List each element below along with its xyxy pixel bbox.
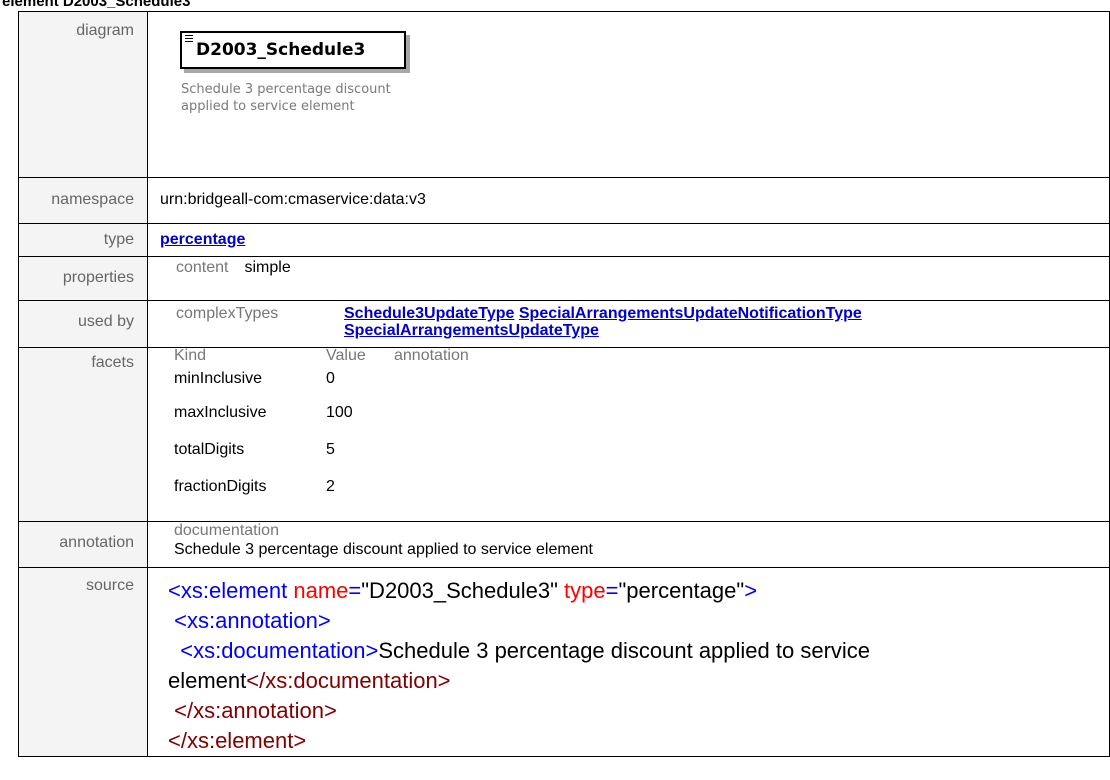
used-by-link-special-notification[interactable]: SpecialArrangementsUpdateNotificationTyp…	[519, 305, 862, 322]
element-diagram-box[interactable]: D2003_Schedule3	[180, 31, 406, 69]
facets-cell: Kind Value annotation minInclusive 0 max…	[147, 347, 1110, 522]
row-label-namespace: namespace	[51, 191, 134, 208]
properties-key: content	[176, 259, 229, 276]
src-annotation-close: </xs:annotation>	[174, 698, 337, 723]
annotation-cell: documentation Schedule 3 percentage disc…	[147, 521, 1110, 568]
facets-header-annotation: annotation	[394, 347, 469, 364]
used-by-cell: complexTypes Schedule3UpdateType Special…	[147, 300, 1110, 348]
label-cell: facets	[18, 347, 148, 522]
src-attr-name: name	[287, 578, 349, 603]
page-heading: element D2003_Schedule3	[2, 0, 191, 10]
row-annotation: annotation documentation Schedule 3 perc…	[18, 521, 1110, 568]
facet-kind: maxInclusive	[174, 403, 267, 421]
src-name-value: "D2003_Schedule3"	[361, 578, 558, 603]
element-lines-icon	[185, 35, 193, 44]
label-cell: used by	[18, 300, 148, 348]
type-cell: percentage	[147, 223, 1110, 257]
row-facets: facets Kind Value annotation minInclusiv…	[18, 347, 1110, 522]
source-cell: <xs:element name="D2003_Schedule3" type=…	[147, 567, 1110, 757]
facet-value: 5	[326, 440, 335, 458]
label-cell: annotation	[18, 521, 148, 568]
row-source: source <xs:element name="D2003_Schedule3…	[18, 567, 1110, 757]
src-attr-type: type	[557, 578, 606, 603]
facet-row: totalDigits 5	[174, 431, 1109, 468]
row-label-annotation: annotation	[59, 534, 134, 551]
facet-kind: fractionDigits	[174, 477, 267, 495]
facet-value: 0	[326, 370, 335, 387]
row-label-source: source	[85, 577, 134, 594]
row-namespace: namespace urn:bridgeall-com:cmaservice:d…	[18, 177, 1110, 224]
src-element-close: </xs:element>	[168, 728, 307, 753]
used-by-key: complexTypes	[176, 305, 279, 322]
label-cell: diagram	[18, 11, 148, 178]
row-type: type percentage	[18, 223, 1110, 257]
facets-header-value: Value	[326, 347, 366, 364]
src-eq-1: =	[348, 578, 362, 603]
src-documentation-open: <xs:documentation>	[180, 638, 379, 663]
src-annotation-open: <xs:annotation>	[174, 608, 331, 633]
diagram-description: Schedule 3 percentage discount applied t…	[181, 82, 391, 114]
facet-value: 2	[326, 477, 335, 495]
facets-header-kind: Kind	[174, 347, 207, 364]
annotation-text: Schedule 3 percentage discount applied t…	[174, 541, 593, 558]
element-doc-table: diagram D2003_Schedule3 Schedule 3 perce…	[18, 11, 1110, 757]
src-eq-2: =	[605, 578, 619, 603]
facet-kind: minInclusive	[174, 370, 263, 387]
used-by-links: Schedule3UpdateType SpecialArrangementsU…	[344, 305, 862, 339]
src-element-open: <xs:element	[168, 578, 288, 603]
diagram-cell: D2003_Schedule3 Schedule 3 percentage di…	[147, 11, 1110, 178]
label-cell: type	[18, 223, 148, 257]
src-documentation-close: </xs:documentation>	[246, 668, 451, 693]
facet-row: fractionDigits 2	[174, 468, 1109, 505]
row-used-by: used by complexTypes Schedule3UpdateType…	[18, 300, 1110, 348]
facet-value: 100	[326, 403, 353, 421]
label-cell: properties	[18, 256, 148, 301]
src-doc-text-1: Schedule 3 percentage discount applied t…	[378, 638, 871, 663]
used-by-link-special-update[interactable]: SpecialArrangementsUpdateType	[344, 322, 599, 339]
row-label-facets: facets	[91, 354, 134, 371]
src-type-value: "percentage"	[618, 578, 745, 603]
label-cell: namespace	[18, 177, 148, 224]
src-gt: >	[744, 578, 758, 603]
facet-row: maxInclusive 100	[174, 394, 1109, 431]
namespace-cell: urn:bridgeall-com:cmaservice:data:v3	[147, 177, 1110, 224]
row-label-used-by: used by	[77, 313, 134, 330]
facet-kind: totalDigits	[174, 440, 245, 458]
row-label-type: type	[103, 231, 134, 248]
diagram-element-name: D2003_Schedule3	[196, 40, 366, 60]
used-by-link-schedule3[interactable]: Schedule3UpdateType	[344, 305, 514, 322]
annotation-key: documentation	[174, 522, 279, 539]
row-label-diagram: diagram	[76, 22, 134, 39]
namespace-value: urn:bridgeall-com:cmaservice:data:v3	[160, 191, 426, 208]
type-link[interactable]: percentage	[160, 231, 245, 248]
row-label-properties: properties	[62, 269, 134, 286]
src-doc-text-2: element	[168, 668, 247, 693]
row-diagram: diagram D2003_Schedule3 Schedule 3 perce…	[18, 11, 1110, 178]
properties-cell: content simple	[147, 256, 1110, 301]
facets-header: Kind Value annotation	[174, 348, 1109, 364]
xml-source-code: <xs:element name="D2003_Schedule3" type=…	[148, 568, 1109, 756]
properties-value: simple	[244, 259, 291, 276]
label-cell: source	[18, 567, 148, 757]
facet-row: minInclusive 0	[174, 364, 1109, 394]
row-properties: properties content simple	[18, 256, 1110, 301]
